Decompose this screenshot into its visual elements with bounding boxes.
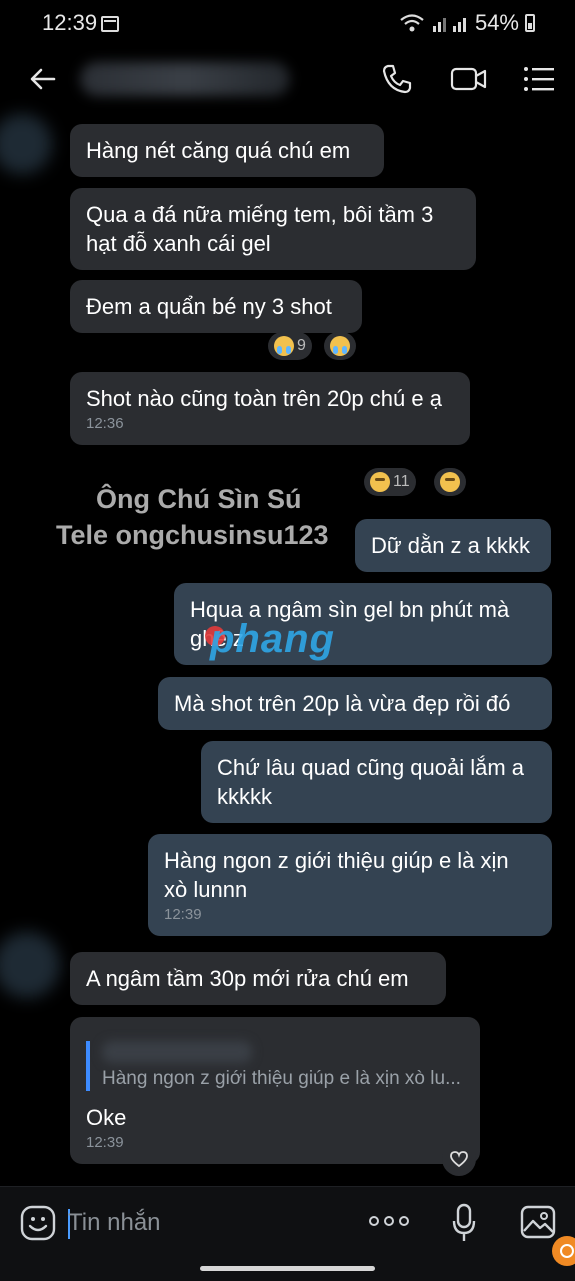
message-text: Mà shot trên 20p là vừa đẹp rồi đó xyxy=(174,691,511,716)
message-time: 12:39 xyxy=(164,906,202,923)
message-bubble-incoming[interactable]: Hàng ngon z giới thiệu giúp e là xịn xò … xyxy=(70,1017,480,1164)
reaction-count: 11 xyxy=(393,473,410,490)
message-text: Shot nào cũng toàn trên 20p chú e ạ xyxy=(86,386,442,411)
reaction-count: 9 xyxy=(297,337,306,354)
wifi-icon xyxy=(400,14,424,32)
watermark-contact: Tele ongchusinsu123 xyxy=(56,520,329,550)
avatar xyxy=(0,932,60,998)
crying-face-icon xyxy=(330,336,350,356)
message-time: 12:39 xyxy=(86,1134,124,1151)
signal-icon xyxy=(432,18,466,32)
message-text: Oke xyxy=(86,1105,127,1130)
battery-percent: 54% xyxy=(474,10,519,35)
message-text: Dữ dằn z a kkkk xyxy=(371,533,531,558)
battery-icon xyxy=(525,14,535,32)
arrow-left-icon[interactable] xyxy=(28,64,58,94)
microphone-icon[interactable] xyxy=(452,1203,476,1243)
list-menu-icon[interactable] xyxy=(522,64,556,94)
message-time: 12:36 xyxy=(86,415,124,432)
message-text: Chứ lâu quad cũng quoải lắm a kkkkk xyxy=(217,755,525,809)
message-text: Hàng nét căng quá chú em xyxy=(86,138,351,163)
message-bubble-incoming[interactable]: Đem a quẩn bé ny 3 shot xyxy=(70,280,362,333)
crying-face-icon xyxy=(274,336,294,356)
home-indicator[interactable] xyxy=(200,1266,375,1271)
smiley-icon[interactable] xyxy=(20,1205,56,1241)
message-text: A ngâm tầm 30p mới rửa chú em xyxy=(86,966,409,991)
watermark-name: Ông Chú Sìn Sú xyxy=(96,484,302,514)
message-bubble-incoming[interactable]: Hàng nét căng quá chú em xyxy=(70,124,384,177)
quote-author-blurred xyxy=(102,1041,252,1063)
react-button[interactable] xyxy=(442,1142,476,1176)
calendar-icon xyxy=(101,16,119,32)
watermark-logo: phang xyxy=(210,617,335,661)
phone-icon[interactable] xyxy=(380,62,414,96)
message-bubble-incoming[interactable]: Shot nào cũng toàn trên 20p chú e ạ 12:3… xyxy=(70,372,470,445)
message-bubble-incoming[interactable]: Qua a đá nữa miếng tem, bôi tầm 3 hạt đỗ… xyxy=(70,188,476,270)
message-text: Đem a quẩn bé ny 3 shot xyxy=(86,294,332,319)
message-bubble-outgoing[interactable]: Dữ dằn z a kkkk xyxy=(355,519,551,572)
message-bubble-incoming[interactable]: A ngâm tầm 30p mới rửa chú em xyxy=(70,952,446,1005)
message-list[interactable]: Hàng nét căng quá chú em Qua a đá nữa mi… xyxy=(0,112,575,1184)
avatar xyxy=(0,114,52,174)
status-indicators: 54% xyxy=(399,10,535,36)
message-input[interactable]: Tin nhắn xyxy=(68,1201,358,1245)
video-camera-icon[interactable] xyxy=(450,64,488,94)
message-text: Hàng ngon z giới thiệu giúp e là xịn xò … xyxy=(164,848,509,902)
more-dots-icon[interactable] xyxy=(368,1215,410,1227)
thinking-face-icon xyxy=(440,472,460,492)
reaction-badge[interactable]: 11 xyxy=(364,468,416,496)
status-time: 12:39 xyxy=(42,10,98,35)
quote-text: Hàng ngon z giới thiệu giúp e là xịn xò … xyxy=(102,1068,461,1089)
gallery-icon[interactable] xyxy=(520,1205,556,1239)
status-bar: 12:39 54% xyxy=(0,0,575,48)
message-bubble-outgoing[interactable]: Hàng ngon z giới thiệu giúp e là xịn xò … xyxy=(148,834,552,936)
reaction-badge[interactable]: 9 xyxy=(268,332,312,360)
reaction-badge[interactable] xyxy=(434,468,466,496)
message-text: Qua a đá nữa miếng tem, bôi tầm 3 hạt đỗ… xyxy=(86,202,434,256)
heart-icon xyxy=(450,1151,468,1168)
reaction-badge[interactable] xyxy=(324,332,356,360)
thinking-face-icon xyxy=(370,472,390,492)
message-bubble-outgoing[interactable]: Mà shot trên 20p là vừa đẹp rồi đó xyxy=(158,677,552,730)
message-bubble-outgoing[interactable]: Chứ lâu quad cũng quoải lắm a kkkkk xyxy=(201,741,552,823)
message-input-placeholder: Tin nhắn xyxy=(68,1209,161,1236)
reply-quote[interactable]: Hàng ngon z giới thiệu giúp e là xịn xò … xyxy=(86,1041,464,1091)
chat-header xyxy=(0,48,575,112)
contact-name-blurred[interactable] xyxy=(80,62,290,96)
floating-badge-icon[interactable] xyxy=(552,1236,575,1266)
